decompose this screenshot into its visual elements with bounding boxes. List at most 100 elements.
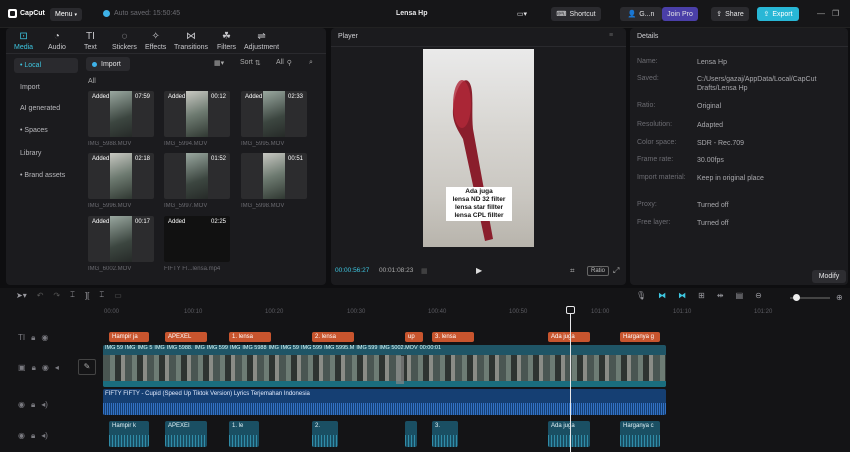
sidebar-item-library[interactable]: Library — [14, 146, 78, 161]
media-thumbnail[interactable]: Added 07:59 — [88, 91, 154, 137]
account-button[interactable]: 👤 G...n — [620, 7, 662, 21]
ratio-button[interactable]: Ratio — [587, 266, 610, 276]
voice-clip[interactable]: Ada juga — [548, 421, 590, 447]
voice-clip[interactable]: Hampir k — [109, 421, 149, 447]
text-clip[interactable]: Harganya g — [620, 332, 660, 342]
maximize-icon[interactable]: ❐ — [832, 9, 839, 18]
zoom-in-icon[interactable]: ⊕ — [836, 293, 843, 302]
mute-icon[interactable]: ◂ — [55, 363, 59, 373]
lock-icon[interactable]: 🔒︎ — [31, 431, 35, 441]
project-title[interactable]: Lensa Hp — [396, 10, 428, 17]
redo-icon[interactable]: ↷ — [53, 291, 60, 300]
video-frames[interactable] — [103, 355, 666, 381]
cover-edit-button[interactable]: ✎ — [78, 359, 96, 375]
audio-track-icon: ◉ — [18, 400, 25, 409]
text-clip[interactable]: Hampir ja — [109, 332, 149, 342]
split-left-icon[interactable]: ][ — [85, 291, 89, 300]
text-clip[interactable]: 3. lensa — [432, 332, 474, 342]
tab-transitions[interactable]: ⋈ Transitions — [174, 31, 208, 51]
menu-button[interactable]: Menu ▾ — [50, 8, 83, 21]
ruler-tick-label: 100:10 — [184, 309, 203, 315]
select-tool-icon[interactable]: ➤▾ — [16, 291, 27, 300]
video-clip-label: IMG 599 — [300, 345, 323, 351]
playhead[interactable] — [570, 306, 571, 452]
play-icon[interactable]: ▶ — [476, 266, 482, 275]
sidebar-item-local[interactable]: • Local — [14, 58, 78, 73]
shortcut-button[interactable]: ⌨ Shortcut — [551, 7, 601, 21]
fullscreen-icon[interactable]: ⤢ — [613, 266, 619, 276]
tab-stickers[interactable]: ◌ Stickers — [112, 31, 137, 51]
voice-clip[interactable]: Harganya c — [620, 421, 660, 447]
zoom-slider[interactable] — [790, 294, 830, 301]
text-clip[interactable]: up — [405, 332, 423, 342]
sidebar-item-brand-assets[interactable]: • Brand assets — [14, 168, 78, 183]
search-icon[interactable]: ⌕ — [309, 59, 313, 67]
sidebar-item-spaces[interactable]: • Spaces — [14, 123, 78, 138]
media-thumbnail[interactable]: Added 02:33 — [241, 91, 307, 137]
voice-clip[interactable] — [405, 421, 417, 447]
share-button[interactable]: ⇪ Share — [711, 7, 749, 21]
details-panel: Details Name: Lensa Hp Saved: C:/Users/gaza… — [630, 28, 848, 285]
lock-icon[interactable]: 🔒︎ — [31, 333, 35, 343]
volume-icon[interactable]: ◂) — [41, 400, 48, 410]
playhead-handle[interactable] — [566, 306, 575, 314]
voice-clip[interactable]: 1. le — [229, 421, 259, 447]
text-clip[interactable]: Ada juga — [548, 332, 590, 342]
sort-button[interactable]: Sort ⇅ — [240, 59, 261, 67]
split-right-icon[interactable]: ⌶ — [99, 290, 104, 300]
tab-filters[interactable]: ☘ Filters — [217, 31, 236, 51]
media-thumbnail[interactable]: Added 00:12 — [164, 91, 230, 137]
export-label: Export — [772, 10, 793, 18]
voice-clip[interactable]: 3. — [432, 421, 458, 447]
preview-axis-icon[interactable]: ⊞ — [698, 291, 705, 300]
volume-icon[interactable]: ◂) — [41, 431, 48, 441]
snap-icon[interactable]: ⇹ — [717, 291, 724, 300]
media-thumbnail[interactable]: 01:52 — [164, 153, 230, 199]
zoom-slider-handle[interactable] — [793, 294, 800, 301]
media-thumbnail[interactable]: Added 02:25 — [164, 216, 230, 262]
filter-button[interactable]: All ⚲ — [276, 59, 292, 67]
import-button[interactable]: Import — [86, 57, 130, 71]
tab-media[interactable]: ⊡ Media — [14, 31, 33, 51]
menu-icon[interactable]: ≡ — [609, 32, 613, 39]
text-clip[interactable]: 1. lensa — [229, 332, 271, 342]
media-thumbnail[interactable]: Added 00:17 — [88, 216, 154, 262]
transition-marker[interactable] — [396, 356, 404, 384]
tab-label: Text — [84, 44, 97, 51]
link-icon[interactable]: ⧓ — [678, 291, 686, 300]
lock-icon[interactable]: 🔒︎ — [31, 400, 35, 410]
sidebar-item-ai-generated[interactable]: AI generated — [14, 101, 78, 116]
music-clip[interactable]: FIFTY FIFTY - Cupid (Speed Up Tiktok Ver… — [103, 389, 666, 415]
eye-icon[interactable]: ◉ — [41, 333, 48, 343]
minimize-icon[interactable]: — — [817, 9, 825, 18]
tab-audio[interactable]: ◔ Audio — [48, 31, 66, 51]
text-clip[interactable]: APEXEL — [165, 332, 207, 342]
crop-icon[interactable]: ⌗ — [570, 266, 575, 276]
text-clip[interactable]: 2. lensa — [312, 332, 354, 342]
keyboard-icon: ⌨ — [556, 11, 567, 18]
caption-icon[interactable]: ▤ — [736, 291, 744, 300]
tab-adjustment[interactable]: ⇌ Adjustment — [244, 31, 279, 51]
modify-button[interactable]: Modify — [812, 270, 846, 283]
voice-clip[interactable]: APEXEI — [165, 421, 207, 447]
split-icon[interactable]: ⌶ — [70, 290, 75, 300]
timecode-icon[interactable]: ▦ — [421, 267, 428, 275]
voice-clip[interactable]: 2. — [312, 421, 338, 447]
undo-icon[interactable]: ↶ — [37, 291, 44, 300]
tab-text[interactable]: TI Text — [84, 31, 97, 51]
media-thumbnail[interactable]: 00:51 — [241, 153, 307, 199]
export-button[interactable]: ⇪ Export — [757, 7, 799, 21]
join-pro-button[interactable]: Join Pro — [662, 7, 698, 21]
eye-icon[interactable]: ◉ — [42, 363, 49, 373]
layout-button[interactable]: ▭▾ — [512, 7, 532, 21]
media-thumbnail[interactable]: Added 02:18 — [88, 153, 154, 199]
video-preview[interactable]: Ada juga lensa ND 32 filter lensa star f… — [423, 49, 534, 247]
tab-effects[interactable]: ✧ Effects — [145, 31, 166, 51]
microphone-icon[interactable]: 🎙 — [636, 291, 646, 300]
view-toggle-icon[interactable]: ▦▾ — [214, 59, 224, 67]
lock-icon[interactable]: 🔒︎ — [32, 363, 36, 373]
zoom-out-icon[interactable]: ⊖ — [755, 291, 762, 300]
delete-icon[interactable]: ▭ — [114, 291, 122, 300]
magnet-icon[interactable]: ⧓ — [658, 291, 666, 300]
sidebar-item-import[interactable]: Import — [14, 80, 78, 95]
